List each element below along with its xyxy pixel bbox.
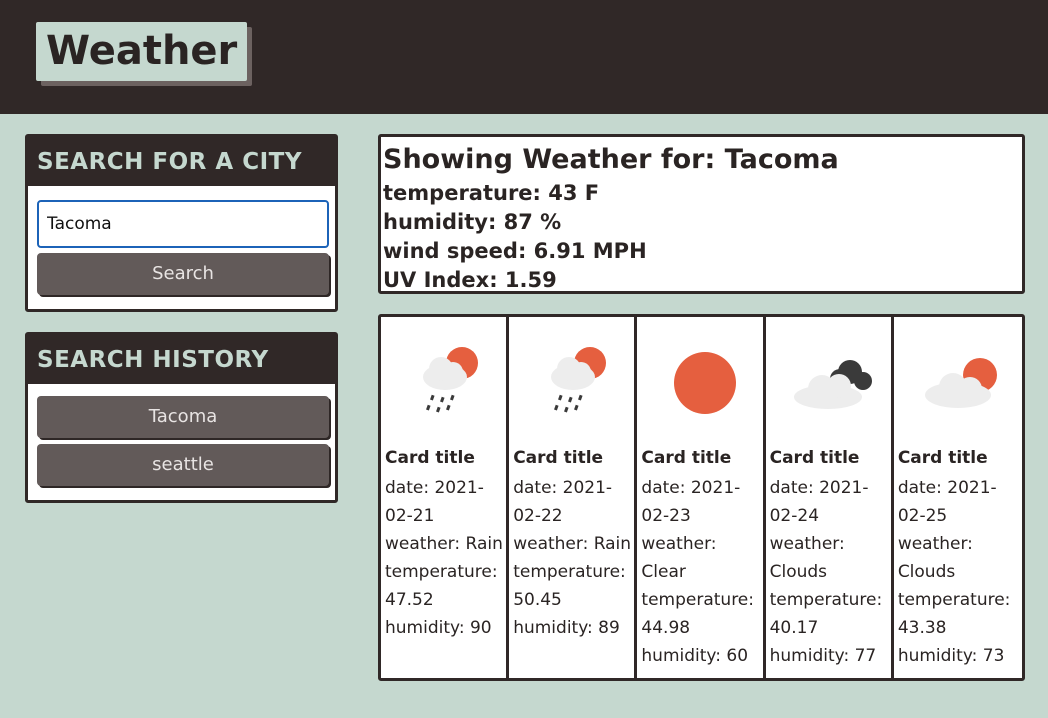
city-search-input[interactable] [37, 200, 329, 248]
rain-sun-icon [551, 347, 607, 413]
forecast-card: Card title date: 2021-02-23 weather: Cle… [637, 317, 766, 678]
cloud-sun-icon [924, 358, 997, 408]
card-date: date: 2021-02-22 [513, 478, 613, 526]
history-item-tacoma[interactable]: Tacoma [37, 396, 329, 438]
current-humidity: humidity: 87 % [383, 210, 562, 234]
search-button[interactable]: Search [37, 253, 329, 295]
history-panel: SEARCH HISTORY Tacoma seattle [25, 332, 338, 503]
card-title: Card title [897, 448, 988, 468]
card-date: date: 2021-02-25 [897, 478, 997, 526]
history-heading: SEARCH HISTORY [28, 335, 335, 384]
card-humidity: humidity: 73 [897, 646, 1005, 666]
card-date: date: 2021-02-23 [641, 478, 741, 526]
current-weather: Showing Weather for: Tacoma temperature:… [378, 134, 1025, 294]
card-temperature: temperature: 44.98 [641, 590, 754, 638]
card-temperature: temperature: 43.38 [897, 590, 1011, 638]
forecast-card: Card title date: 2021-02-22 weather: Rai… [509, 317, 638, 678]
card-temperature: temperature: 47.52 [385, 562, 498, 610]
card-title: Card title [641, 448, 732, 468]
card-weather: weather: Clear [641, 534, 717, 582]
current-wind-speed: wind speed: 6.91 MPH [383, 239, 647, 263]
card-weather: weather: Clouds [897, 534, 973, 582]
card-weather: weather: Rain [513, 534, 632, 554]
current-uv-index: UV Index: 1.59 [383, 268, 557, 292]
card-title: Card title [513, 448, 604, 468]
top-bar: Weather [0, 0, 1048, 114]
rain-sun-icon [423, 347, 478, 413]
search-heading: SEARCH FOR A CITY [28, 137, 335, 186]
card-humidity: humidity: 89 [513, 618, 620, 638]
app-title: Weather [36, 22, 248, 81]
card-temperature: temperature: 50.45 [513, 562, 626, 610]
card-weather: weather: Clouds [769, 534, 845, 582]
history-item-seattle[interactable]: seattle [37, 444, 329, 486]
card-humidity: humidity: 77 [769, 646, 877, 666]
current-temperature: temperature: 43 F [383, 181, 600, 205]
sun-icon [674, 352, 737, 414]
current-title: Showing Weather for: Tacoma [383, 144, 839, 175]
clouds-icon [793, 360, 872, 409]
card-weather: weather: Rain [385, 534, 503, 554]
card-date: date: 2021-02-21 [385, 478, 484, 526]
forecast-card: Card title date: 2021-02-24 weather: Clo… [766, 317, 894, 678]
forecast-card: Card title date: 2021-02-25 weather: Clo… [894, 317, 1022, 678]
card-humidity: humidity: 60 [641, 646, 749, 666]
card-temperature: temperature: 40.17 [769, 590, 883, 638]
card-date: date: 2021-02-24 [769, 478, 869, 526]
forecast-cards: Card title date: 2021-02-21 weather: Rai… [378, 314, 1025, 681]
card-humidity: humidity: 90 [385, 618, 492, 638]
search-panel: SEARCH FOR A CITY Search [25, 134, 338, 312]
forecast-card: Card title date: 2021-02-21 weather: Rai… [381, 317, 510, 678]
card-title: Card title [769, 448, 860, 468]
card-title: Card title [385, 448, 475, 468]
